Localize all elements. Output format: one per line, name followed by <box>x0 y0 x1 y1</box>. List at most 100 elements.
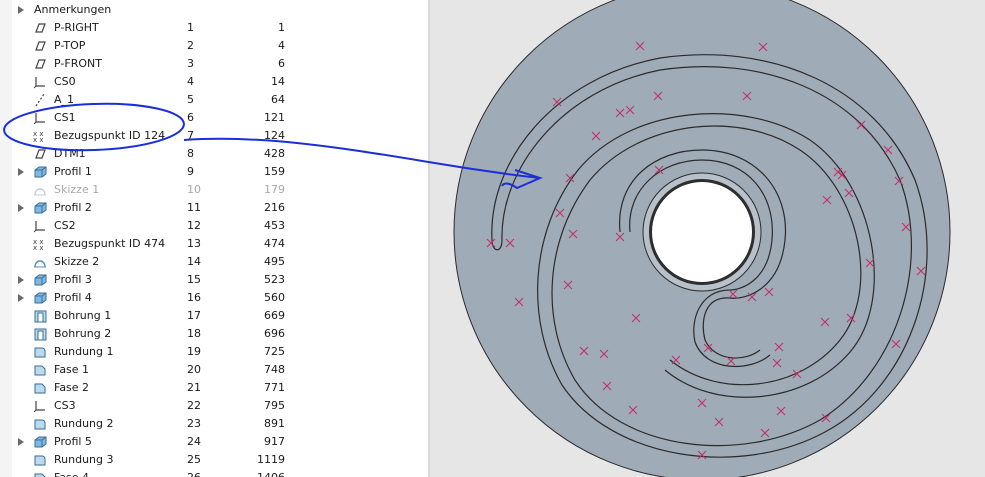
tree-row[interactable]: Skizze 1 10 179 <box>12 181 428 199</box>
feature-name: CS0 <box>54 75 76 88</box>
feature-name: Bezugspunkt ID 124 <box>54 129 166 142</box>
feature-id: 428 <box>264 147 285 160</box>
feature-name: P-TOP <box>54 39 86 52</box>
feature-id: 1 <box>278 21 285 34</box>
feature-number: 2 <box>187 39 194 52</box>
feature-id: 523 <box>264 273 285 286</box>
expand-arrow-icon[interactable] <box>18 438 24 446</box>
tree-row[interactable]: Profil 3 15 523 <box>12 271 428 289</box>
chamfer-icon <box>33 471 47 477</box>
feature-name: Profil 4 <box>54 291 92 304</box>
tree-left-strip <box>0 0 12 477</box>
tree-row[interactable]: Bohrung 1 17 669 <box>12 307 428 325</box>
datum-axis-icon <box>33 93 47 107</box>
feature-number: 15 <box>187 273 201 286</box>
round-icon <box>33 345 47 359</box>
expand-arrow-icon[interactable] <box>18 168 24 176</box>
tree-row[interactable]: CS3 22 795 <box>12 397 428 415</box>
tree-row[interactable]: Profil 5 24 917 <box>12 433 428 451</box>
feature-id: 179 <box>264 183 285 196</box>
feature-number: 23 <box>187 417 201 430</box>
tree-row[interactable]: P-RIGHT 1 1 <box>12 19 428 37</box>
feature-number: 19 <box>187 345 201 358</box>
feature-id: 64 <box>271 93 285 106</box>
tree-row[interactable]: CS1 6 121 <box>12 109 428 127</box>
coordinate-system-icon <box>33 75 47 89</box>
tree-row[interactable]: CS0 4 14 <box>12 73 428 91</box>
feature-id: 6 <box>278 57 285 70</box>
coordinate-system-icon <box>33 219 47 233</box>
tree-row[interactable]: Bohrung 2 18 696 <box>12 325 428 343</box>
graphics-viewport[interactable] <box>430 0 985 477</box>
tree-row[interactable]: P-FRONT 3 6 <box>12 55 428 73</box>
tree-header-row[interactable]: Anmerkungen <box>12 1 428 19</box>
tree-row[interactable]: A_1 5 64 <box>12 91 428 109</box>
feature-id: 748 <box>264 363 285 376</box>
expand-arrow-icon[interactable] <box>18 204 24 212</box>
tree-row[interactable]: Rundung 2 23 891 <box>12 415 428 433</box>
feature-id: 216 <box>264 201 285 214</box>
tree-row[interactable]: x xx x Bezugspunkt ID 124 7 124 <box>12 127 428 145</box>
extrude-icon <box>33 435 47 449</box>
tree-row[interactable]: Profil 4 16 560 <box>12 289 428 307</box>
hole-icon <box>33 309 47 323</box>
expand-arrow-icon[interactable] <box>18 6 24 14</box>
datum-plane-icon <box>33 21 47 35</box>
part-view <box>453 0 951 477</box>
feature-number: 14 <box>187 255 201 268</box>
feature-number: 12 <box>187 219 201 232</box>
feature-id: 495 <box>264 255 285 268</box>
model-tree-panel[interactable]: Anmerkungen P-RIGHT 1 1 P-TOP 2 4 P-FRONT 3 6 CS0… <box>0 0 430 477</box>
expand-arrow-icon[interactable] <box>18 276 24 284</box>
tree-row[interactable]: Profil 2 11 216 <box>12 199 428 217</box>
tree-row[interactable]: Skizze 2 14 495 <box>12 253 428 271</box>
tree-row[interactable]: CS2 12 453 <box>12 217 428 235</box>
feature-id: 1119 <box>257 453 285 466</box>
feature-number: 3 <box>187 57 194 70</box>
feature-number: 17 <box>187 309 201 322</box>
feature-number: 4 <box>187 75 194 88</box>
chamfer-icon <box>33 381 47 395</box>
feature-name: Rundung 3 <box>54 453 114 466</box>
feature-number: 22 <box>187 399 201 412</box>
datum-point-icon: x xx x <box>33 237 47 252</box>
tree-row[interactable]: Rundung 1 19 725 <box>12 343 428 361</box>
datum-plane-icon <box>33 39 47 53</box>
hole-icon <box>33 327 47 341</box>
feature-name: A_1 <box>54 93 75 106</box>
feature-id: 696 <box>264 327 285 340</box>
extrude-icon <box>33 291 47 305</box>
expand-arrow-icon[interactable] <box>18 294 24 302</box>
tree-row[interactable]: DTM1 8 428 <box>12 145 428 163</box>
tree-row[interactable]: Profil 1 9 159 <box>12 163 428 181</box>
datum-plane-icon <box>33 147 47 161</box>
feature-id: 1406 <box>243 469 285 477</box>
feature-number: 5 <box>187 93 194 106</box>
feature-number: 13 <box>187 237 201 250</box>
feature-name: CS3 <box>54 399 76 412</box>
tree-row[interactable]: x xx x Bezugspunkt ID 474 13 474 <box>12 235 428 253</box>
sketch-icon <box>33 183 47 197</box>
extrude-icon <box>33 273 47 287</box>
feature-number: 21 <box>187 381 201 394</box>
tree-row[interactable]: Fase 2 21 771 <box>12 379 428 397</box>
feature-name: Fase 1 <box>54 363 90 376</box>
feature-number: 11 <box>187 201 201 214</box>
tree-row[interactable]: Rundung 3 25 1119 <box>12 451 428 469</box>
feature-id: 560 <box>264 291 285 304</box>
round-icon <box>33 453 47 467</box>
feature-number: 7 <box>187 129 194 142</box>
tree-row[interactable]: Fase 1 20 748 <box>12 361 428 379</box>
datum-plane-icon <box>33 57 47 71</box>
tree-row[interactable]: Fase 4 26 1406 <box>12 469 428 477</box>
feature-name: Profil 2 <box>54 201 92 214</box>
feature-name: Rundung 1 <box>54 345 114 358</box>
feature-id: 453 <box>264 219 285 232</box>
feature-number: 10 <box>187 183 201 196</box>
tree-row[interactable]: P-TOP 2 4 <box>12 37 428 55</box>
feature-id: 124 <box>264 129 285 142</box>
tree-header-label: Anmerkungen <box>34 3 112 16</box>
feature-name: DTM1 <box>54 147 86 160</box>
extrude-icon <box>33 165 47 179</box>
feature-name: Fase 4 <box>54 469 89 477</box>
